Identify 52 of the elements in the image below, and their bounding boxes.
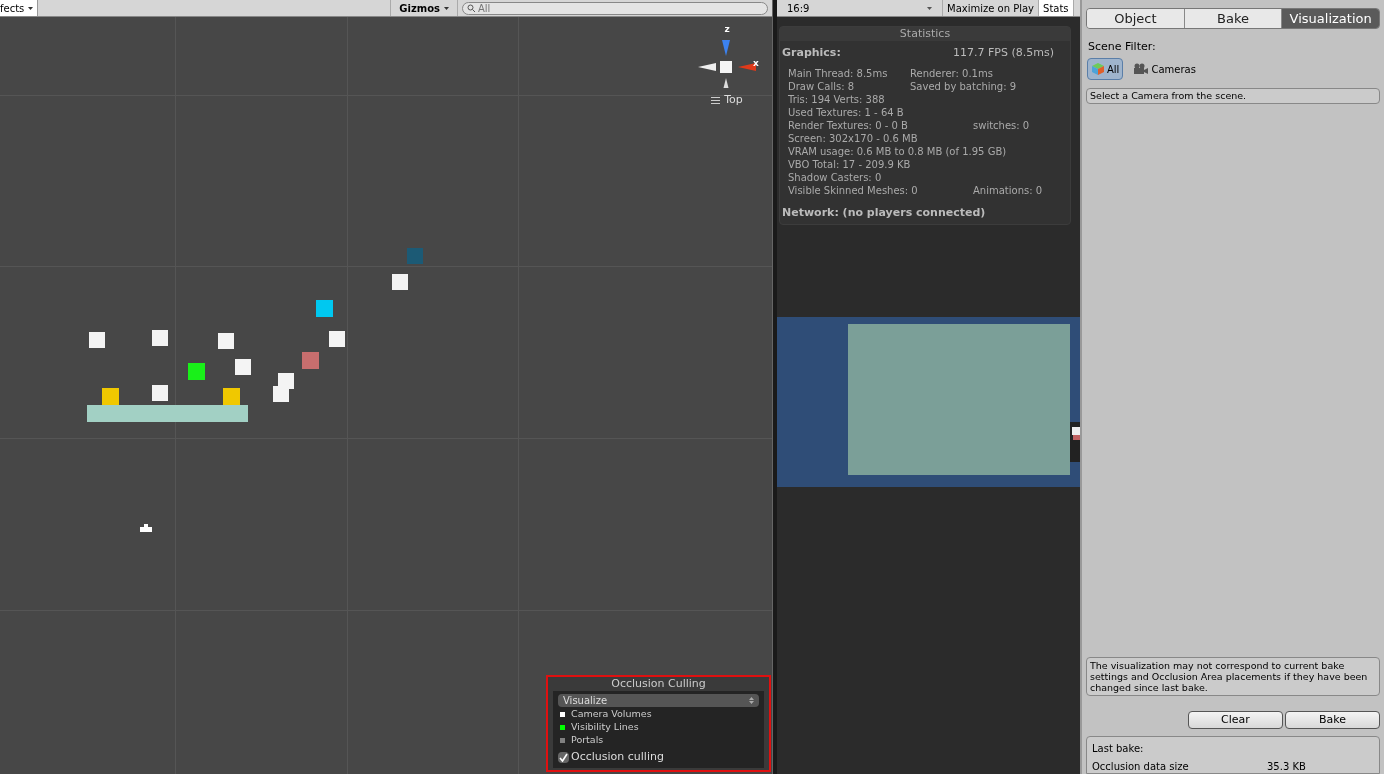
stat-text: Visible Skinned Meshes: 0 [788,183,919,197]
tab[interactable]: Bake [1184,9,1283,28]
legend-label: Portals [571,732,604,747]
tab[interactable]: Visualization [1282,9,1379,28]
stat-text: VRAM usage: 0.6 MB to 0.8 MB (of 1.95 GB) [788,144,1007,158]
caret-icon [927,6,932,10]
stat-text: Used Textures: 1 - 64 B [788,105,905,119]
search-field[interactable]: All [462,1,768,15]
tab[interactable]: Object [1087,9,1185,28]
stat-text: Draw Calls: 8 [788,79,856,93]
camera-hint: Select a Camera from the scene. [1086,88,1380,104]
panel-title: Occlusion Culling [610,677,707,691]
stat-text: Tris: 194 Verts: 388 [788,92,886,106]
legend-label: Visibility Lines [571,719,639,734]
stat-text: Main Thread: 8.5ms [788,66,889,80]
legend-label: Camera Volumes [571,706,652,721]
view-mode-label[interactable]: Top [711,92,743,109]
scene-filter-label: Scene Filter: [1087,40,1157,54]
last-bake-title: Last bake: [1092,742,1145,756]
camera-icon [1133,63,1150,75]
stats-heading: Graphics: [782,45,841,61]
fps-reading: 117.7 FPS (8.5ms) [953,45,1054,61]
panel-title: Statistics [780,27,1070,41]
occlusion-culling-checkbox[interactable]: Occlusion culling [558,749,759,766]
menu-icon [711,96,721,104]
toolbar-toggle[interactable]: Stats [1039,0,1074,16]
filter-button[interactable]: All [1087,58,1124,80]
stat-text: Render Textures: 0 - 0 B [788,118,909,132]
axis-label: x [753,57,759,70]
updown-icon [749,697,754,704]
stat-text: switches: 0 [973,118,1030,132]
action-button[interactable]: Bake [1285,711,1380,729]
caret-icon [28,6,34,10]
network-status: Network: (no players connected) [781,204,987,221]
effects-dropdown[interactable]: fects [0,0,39,16]
visualize-dropdown[interactable]: Visualize [558,694,759,707]
search-icon [467,4,476,12]
gizmos-dropdown[interactable]: Gizmos [390,0,458,16]
stat-text: Animations: 0 [973,183,1043,197]
data-size-label: Occlusion data size [1092,760,1190,774]
stat-text: Renderer: 0.1ms [910,66,993,80]
axis-label: z [724,25,730,34]
filter-button[interactable]: Cameras [1129,58,1200,80]
data-size-value: 35.3 KB [1267,760,1306,774]
stat-text: Saved by batching: 9 [910,79,1017,93]
stat-text: Screen: 302x170 - 0.6 MB [788,131,919,145]
caret-icon [444,6,449,10]
action-button[interactable]: Clear [1188,711,1283,729]
stat-text: Shadow Casters: 0 [788,170,883,184]
cube-icon [1091,62,1105,76]
stat-text: VBO Total: 17 - 209.9 KB [788,157,912,171]
warning-message: The visualization may not correspond to current bake settings and Occlusion Area placements if they have been changed since last bake. [1086,657,1380,696]
